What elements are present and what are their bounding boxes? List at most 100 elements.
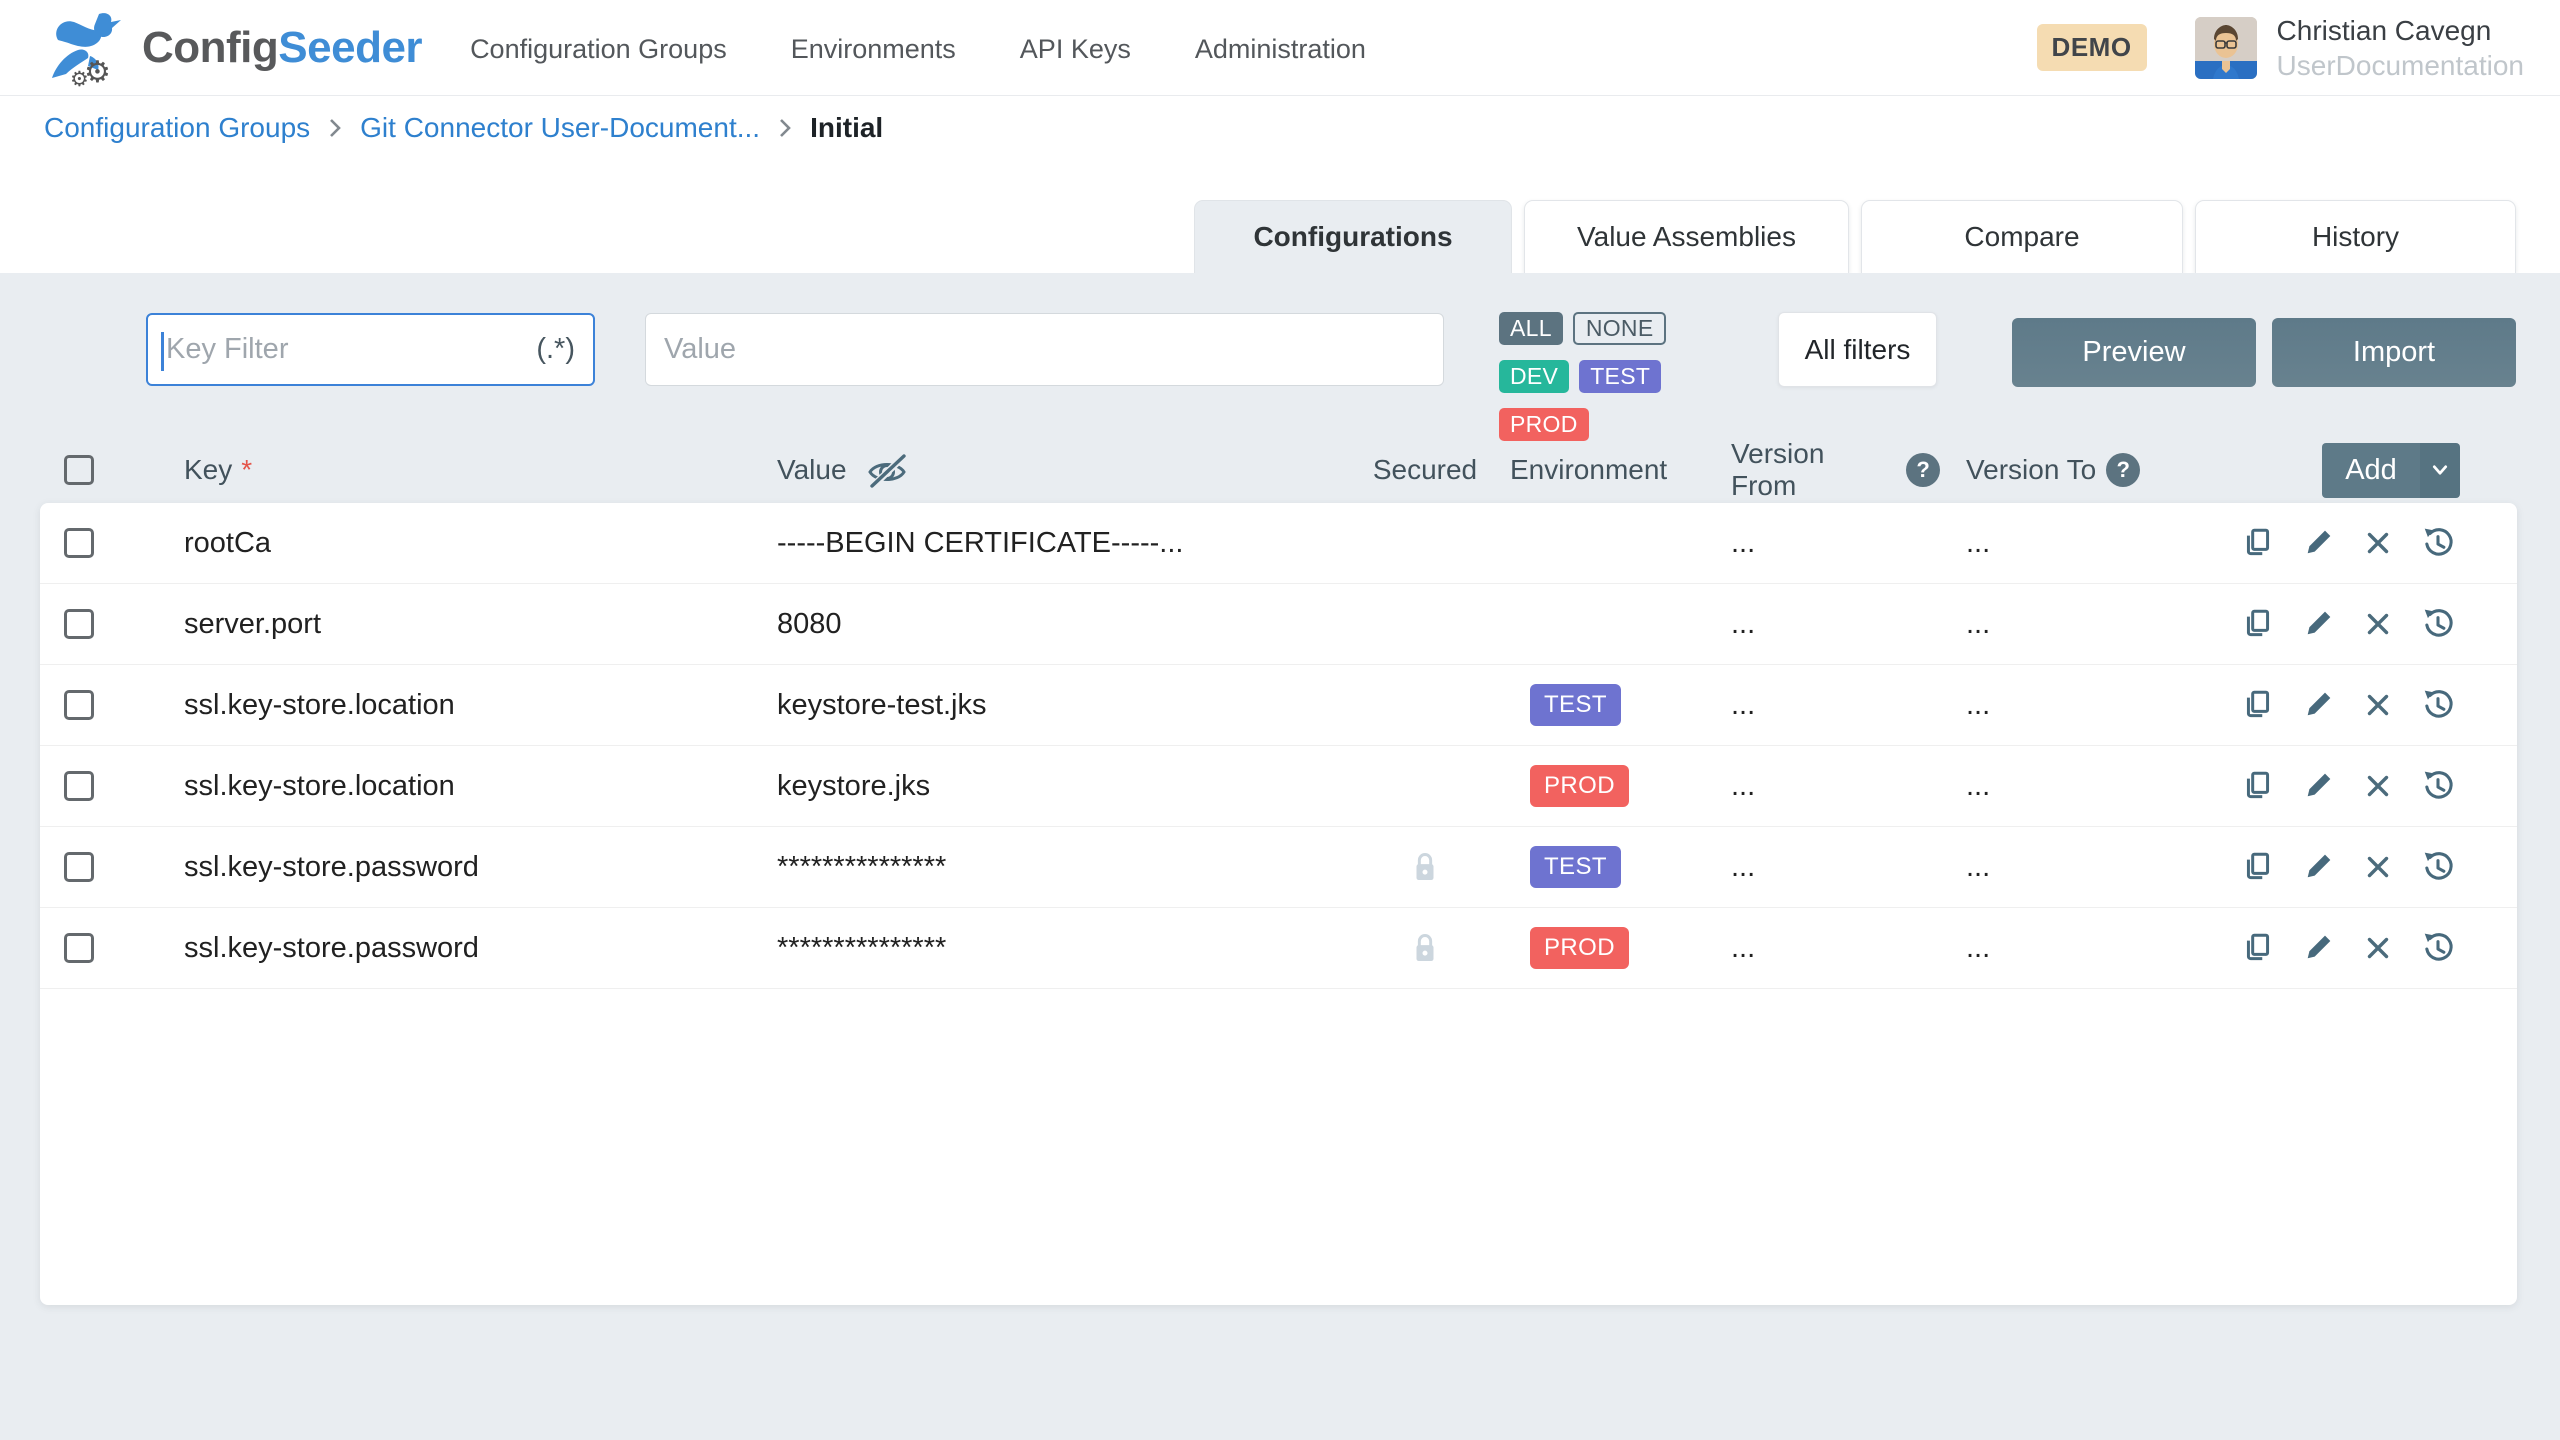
copy-icon[interactable] <box>2241 688 2275 722</box>
all-filters-button[interactable]: All filters <box>1778 312 1937 387</box>
key-filter-input[interactable] <box>166 333 526 366</box>
nav-configuration-groups[interactable]: Configuration Groups <box>470 34 727 65</box>
version-from-help-icon[interactable]: ? <box>1906 453 1940 487</box>
key-filter-field: (.*) <box>146 313 595 386</box>
secured-cell <box>1350 850 1500 884</box>
svg-text:⚙: ⚙ <box>70 68 89 90</box>
avatar-image <box>2195 17 2257 79</box>
tab-history[interactable]: History <box>2195 200 2516 273</box>
edit-icon[interactable] <box>2301 526 2335 560</box>
user-name: Christian Cavegn <box>2277 13 2524 48</box>
tab-value-assemblies[interactable]: Value Assemblies <box>1524 200 1849 273</box>
chip-none[interactable]: NONE <box>1573 312 1667 345</box>
row-actions <box>2180 769 2517 803</box>
row-checkbox[interactable] <box>64 528 94 558</box>
breadcrumb-configuration-groups[interactable]: Configuration Groups <box>44 112 310 144</box>
eye-slash-icon[interactable] <box>865 451 909 489</box>
version-from-cell: ... <box>1710 527 1940 560</box>
user-info[interactable]: Christian Cavegn UserDocumentation <box>2277 13 2524 83</box>
edit-icon[interactable] <box>2301 607 2335 641</box>
environment-badge: TEST <box>1530 684 1621 726</box>
copy-icon[interactable] <box>2241 850 2275 884</box>
copy-icon[interactable] <box>2241 607 2275 641</box>
edit-icon[interactable] <box>2301 688 2335 722</box>
config-key: ssl.key-store.location <box>184 770 777 803</box>
user-avatar[interactable] <box>2195 17 2257 79</box>
brand-logo[interactable]: ⚙ ⚙ ConfigSeeder <box>44 6 422 90</box>
add-dropdown-toggle[interactable] <box>2420 443 2460 498</box>
edit-icon[interactable] <box>2301 850 2335 884</box>
add-button-label[interactable]: Add <box>2322 443 2420 498</box>
table-row[interactable]: rootCa -----BEGIN CERTIFICATE-----... ..… <box>40 503 2517 584</box>
table-row[interactable]: server.port 8080 ... ... <box>40 584 2517 665</box>
version-to-cell: ... <box>1940 851 2180 884</box>
chip-test[interactable]: TEST <box>1579 360 1661 393</box>
version-to-help-icon[interactable]: ? <box>2106 453 2140 487</box>
copy-icon[interactable] <box>2241 931 2275 965</box>
import-button[interactable]: Import <box>2272 318 2516 387</box>
text-caret <box>161 332 164 371</box>
chip-dev[interactable]: DEV <box>1499 360 1569 393</box>
lock-icon <box>1411 931 1439 965</box>
history-icon[interactable] <box>2421 931 2455 965</box>
nav-environments[interactable]: Environments <box>791 34 956 65</box>
history-icon[interactable] <box>2421 769 2455 803</box>
edit-icon[interactable] <box>2301 769 2335 803</box>
environment-badge: TEST <box>1530 846 1621 888</box>
chip-all[interactable]: ALL <box>1499 312 1563 345</box>
demo-badge: DEMO <box>2037 24 2147 71</box>
breadcrumb-configuration-group[interactable]: Git Connector User-Document... <box>360 112 760 144</box>
breadcrumb: Configuration Groups Git Connector User-… <box>0 96 2560 160</box>
edit-icon[interactable] <box>2301 931 2335 965</box>
top-navbar: ⚙ ⚙ ConfigSeeder Configuration Groups En… <box>0 0 2560 96</box>
delete-icon[interactable] <box>2361 688 2395 722</box>
environment-cell: TEST <box>1500 684 1710 726</box>
configseeder-logo-icon: ⚙ ⚙ <box>44 6 128 90</box>
history-icon[interactable] <box>2421 526 2455 560</box>
copy-icon[interactable] <box>2241 769 2275 803</box>
regex-suffix: (.*) <box>536 333 575 366</box>
nav-api-keys[interactable]: API Keys <box>1020 34 1131 65</box>
tab-bar: Configurations Value Assemblies Compare … <box>1194 200 2516 273</box>
column-environment: Environment <box>1500 454 1710 486</box>
environment-badge: PROD <box>1530 765 1629 807</box>
config-key: server.port <box>184 608 777 641</box>
environment-cell: PROD <box>1500 765 1710 807</box>
value-filter-input[interactable] <box>664 333 1425 366</box>
config-value: -----BEGIN CERTIFICATE-----... <box>777 527 1350 560</box>
row-checkbox[interactable] <box>64 609 94 639</box>
config-value: keystore.jks <box>777 770 1350 803</box>
delete-icon[interactable] <box>2361 607 2395 641</box>
tab-compare[interactable]: Compare <box>1861 200 2183 273</box>
delete-icon[interactable] <box>2361 769 2395 803</box>
tab-configurations[interactable]: Configurations <box>1194 200 1512 273</box>
row-actions <box>2180 850 2517 884</box>
row-checkbox[interactable] <box>64 852 94 882</box>
copy-icon[interactable] <box>2241 526 2275 560</box>
delete-icon[interactable] <box>2361 931 2395 965</box>
secured-cell <box>1350 931 1500 965</box>
row-checkbox[interactable] <box>64 933 94 963</box>
config-value: *************** <box>777 851 1350 884</box>
row-checkbox[interactable] <box>64 771 94 801</box>
table-row[interactable]: ssl.key-store.location keystore.jks PROD… <box>40 746 2517 827</box>
add-cell: Add <box>2180 443 2517 498</box>
delete-icon[interactable] <box>2361 526 2395 560</box>
history-icon[interactable] <box>2421 850 2455 884</box>
preview-button[interactable]: Preview <box>2012 318 2256 387</box>
select-all-checkbox[interactable] <box>64 455 94 485</box>
topbar-right: DEMO Christian Cavegn UserDocumentation <box>2037 13 2524 83</box>
configurations-panel: (.*) ALL NONE DEV TEST PROD All filters … <box>0 273 2560 1440</box>
column-value: Value <box>777 451 1350 489</box>
table-row[interactable]: ssl.key-store.password *************** T… <box>40 827 2517 908</box>
row-checkbox[interactable] <box>64 690 94 720</box>
delete-icon[interactable] <box>2361 850 2395 884</box>
nav-administration[interactable]: Administration <box>1195 34 1366 65</box>
history-icon[interactable] <box>2421 688 2455 722</box>
table-row[interactable]: ssl.key-store.location keystore-test.jks… <box>40 665 2517 746</box>
row-actions <box>2180 526 2517 560</box>
history-icon[interactable] <box>2421 607 2455 641</box>
breadcrumb-separator-icon <box>326 115 344 141</box>
add-button[interactable]: Add <box>2322 443 2460 498</box>
table-row[interactable]: ssl.key-store.password *************** P… <box>40 908 2517 989</box>
